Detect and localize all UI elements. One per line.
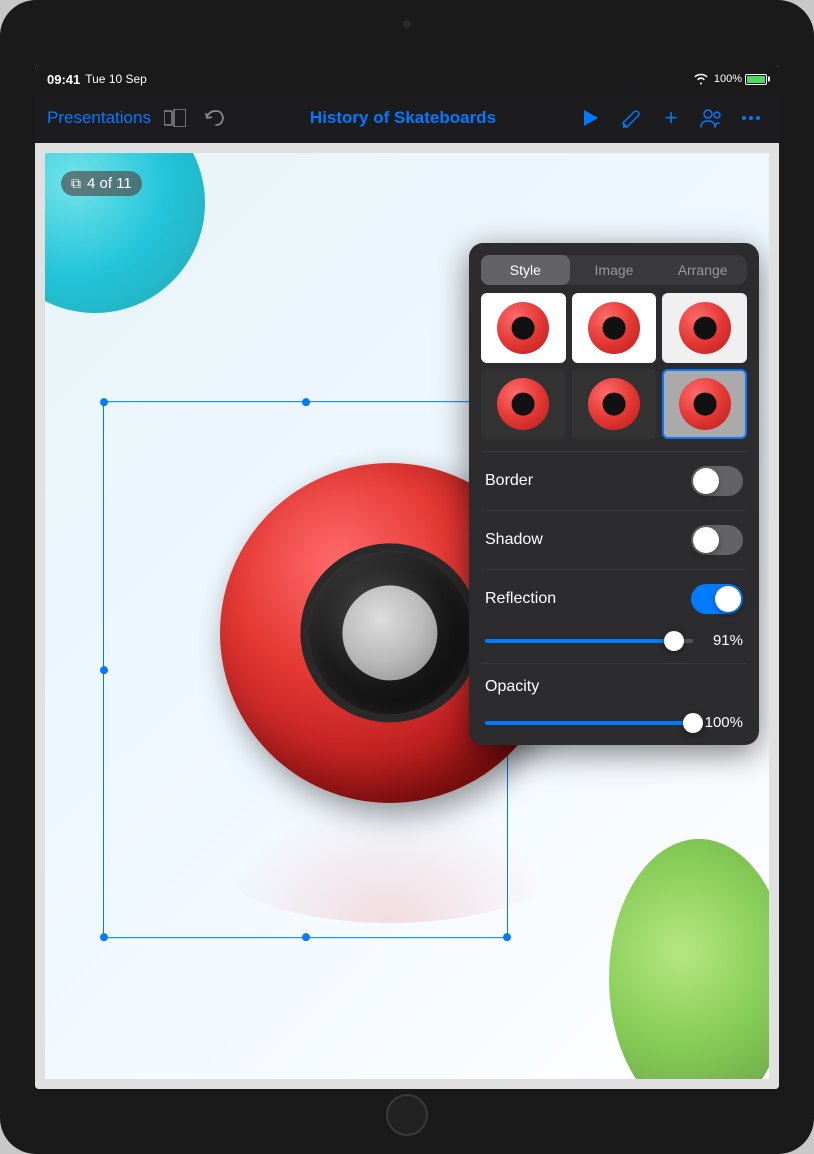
format-panel: Style Image Arrange	[469, 243, 759, 745]
reflection-slider-track[interactable]	[485, 639, 693, 643]
opacity-value: 100%	[703, 714, 743, 731]
back-button[interactable]: Presentations	[47, 108, 151, 128]
wheel-hub	[342, 585, 437, 680]
battery-icon	[745, 74, 767, 85]
nav-bar: Presentations History of Skateboards	[35, 93, 779, 143]
opacity-slider-row: 100%	[485, 714, 743, 731]
play-button[interactable]	[575, 102, 607, 134]
reflection-slider-section: 91%	[469, 628, 759, 663]
mini-wheel-inner-3	[693, 317, 716, 340]
mini-wheel-2	[588, 302, 640, 354]
collaborate-button[interactable]	[695, 102, 727, 134]
border-toggle-knob	[693, 468, 719, 494]
undo-icon[interactable]	[199, 102, 231, 134]
border-label: Border	[485, 472, 533, 490]
slide-counter-text: 4 of 11	[87, 175, 132, 192]
opacity-slider-section: 100%	[469, 710, 759, 745]
style-thumb-6[interactable]	[662, 369, 747, 439]
mini-wheel-6	[679, 378, 731, 430]
slide-counter: ⧉ 4 of 11	[61, 171, 142, 196]
play-icon	[584, 110, 598, 126]
style-thumb-5[interactable]	[572, 369, 657, 439]
shadow-row: Shadow	[469, 511, 759, 569]
mini-wheel-4	[497, 378, 549, 430]
battery-percent: 100%	[714, 73, 742, 85]
slide-canvas[interactable]: ⧉ 4 of 11 Style Image Arrange	[45, 153, 769, 1079]
wifi-icon	[693, 73, 709, 85]
status-right: 100%	[693, 73, 767, 85]
tab-style[interactable]: Style	[481, 255, 570, 285]
battery-fill	[747, 76, 765, 83]
opacity-label: Opacity	[485, 678, 539, 696]
reflection-slider-fill	[485, 639, 674, 643]
mini-wheel-3	[679, 302, 731, 354]
mini-wheel-5	[588, 378, 640, 430]
handle-mid-left[interactable]	[100, 666, 108, 674]
home-button[interactable]	[386, 1094, 428, 1136]
ipad-screen: 09:41 Tue 10 Sep 100% Pres	[35, 65, 779, 1089]
reflection-value: 91%	[703, 632, 743, 649]
style-thumb-1[interactable]	[481, 293, 566, 363]
reflection-slider-thumb[interactable]	[664, 631, 684, 651]
shadow-label: Shadow	[485, 531, 543, 549]
add-button[interactable]: +	[655, 102, 687, 134]
style-thumb-4[interactable]	[481, 369, 566, 439]
mini-wheel-inner-2	[603, 317, 626, 340]
handle-top-mid[interactable]	[302, 398, 310, 406]
front-camera	[403, 20, 411, 28]
slide-area: ⧉ 4 of 11 Style Image Arrange	[35, 143, 779, 1089]
mini-wheel-inner-5	[603, 393, 626, 416]
wheel-reflection	[220, 803, 560, 923]
reflection-toggle[interactable]	[691, 584, 743, 614]
reflection-row: Reflection	[469, 570, 759, 628]
tab-arrange[interactable]: Arrange	[658, 255, 747, 285]
mini-wheel-1	[497, 302, 549, 354]
slide-counter-icon: ⧉	[71, 175, 81, 192]
slides-panel-icon[interactable]	[159, 102, 191, 134]
reflection-label: Reflection	[485, 590, 556, 608]
opacity-slider-thumb[interactable]	[683, 713, 703, 733]
pencil-button[interactable]	[615, 102, 647, 134]
status-date: Tue 10 Sep	[85, 72, 147, 86]
reflection-slider-row: 91%	[485, 632, 743, 649]
style-thumb-3[interactable]	[662, 293, 747, 363]
ipad-frame: 09:41 Tue 10 Sep 100% Pres	[0, 0, 814, 1154]
style-thumb-2[interactable]	[572, 293, 657, 363]
mini-wheel-inner-4	[512, 393, 535, 416]
shadow-toggle[interactable]	[691, 525, 743, 555]
tab-image[interactable]: Image	[570, 255, 659, 285]
style-grid	[469, 293, 759, 451]
handle-bottom-mid[interactable]	[302, 933, 310, 941]
opacity-row: Opacity	[469, 664, 759, 710]
border-toggle[interactable]	[691, 466, 743, 496]
opacity-slider-track[interactable]	[485, 721, 693, 725]
shadow-toggle-knob	[693, 527, 719, 553]
slide-title: History of Skateboards	[239, 108, 567, 128]
status-bar: 09:41 Tue 10 Sep 100%	[35, 65, 779, 93]
status-time: 09:41	[47, 72, 80, 87]
mini-wheel-inner-1	[512, 317, 535, 340]
handle-top-left[interactable]	[100, 398, 108, 406]
border-row: Border	[469, 452, 759, 510]
mini-wheel-inner-6	[693, 393, 716, 416]
reflection-toggle-knob	[715, 586, 741, 612]
panel-tabs: Style Image Arrange	[481, 255, 747, 285]
opacity-slider-fill	[485, 721, 693, 725]
more-button[interactable]	[735, 102, 767, 134]
battery-container: 100%	[714, 73, 767, 85]
